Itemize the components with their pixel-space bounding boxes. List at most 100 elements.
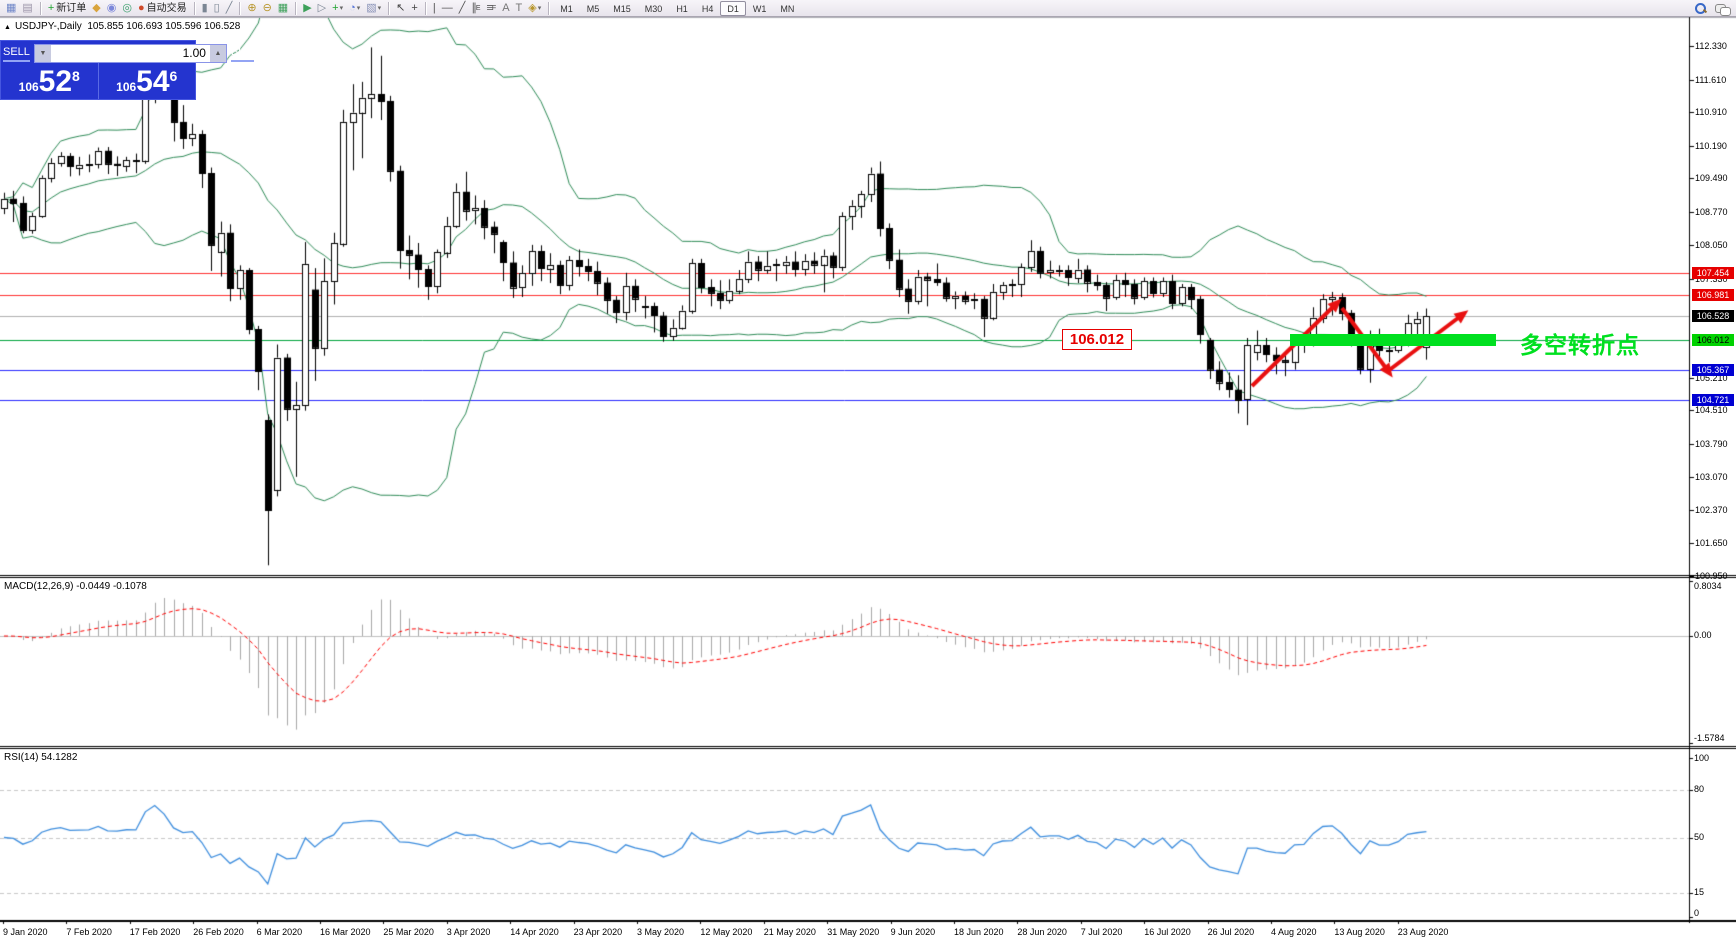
macd-scale-max: 0.8034	[1694, 581, 1722, 591]
one-click-panel-toggle[interactable]: ▲	[4, 24, 11, 31]
rsi-level-100: 100	[1694, 753, 1710, 763]
highlight-bar[interactable]	[1290, 334, 1496, 346]
date-label: 7 Feb 2020	[66, 927, 112, 937]
depth-of-market-icon[interactable]: ◆	[89, 1, 103, 16]
price-tick: 102.370	[1695, 504, 1728, 515]
symbol-ohlc-bar: ▲ USDJPY-,Daily 105.855 106.693 105.596 1…	[4, 21, 240, 32]
macd-scale-zero: 0.00	[1694, 630, 1712, 640]
price-tick: 103.790	[1695, 438, 1728, 449]
zoom-out-icon[interactable]: ⊖	[260, 1, 275, 16]
price-annotation-box[interactable]: 106.012	[1062, 329, 1132, 350]
fibonacci-icon[interactable]: ≡ F	[483, 1, 499, 16]
date-label: 4 Aug 2020	[1271, 927, 1317, 937]
chart-canvas[interactable]	[0, 0, 1736, 941]
line-chart-icon[interactable]: ╱	[223, 1, 236, 16]
price-tick: 109.490	[1695, 173, 1728, 184]
price-line-label: 106.981	[1692, 289, 1734, 302]
autotrading-icon[interactable]: ● 自动交易	[135, 1, 190, 16]
toolbar: ▦ ▤ + 新订单 ◆ ◉ ◎ ● 自动交易 ▮ ▯ ╱ ⊕ ⊖ ▦ ▶ ▷ + ▾ ◔ ▾ ▧ ▾ ↖ + | — ╱ ∥ E ≡ F A T ◈…	[0, 0, 1736, 17]
chat-icon[interactable]	[1715, 2, 1731, 16]
signals-icon[interactable]: ◎	[119, 1, 135, 16]
toolbar-separator	[424, 1, 426, 15]
auto-scroll-icon[interactable]: ▶	[300, 1, 314, 16]
cursor-icon[interactable]: ↖	[393, 1, 408, 16]
price-line-label: 104.721	[1692, 394, 1734, 407]
date-label: 7 Jul 2020	[1080, 927, 1123, 937]
timeframe-button-D1[interactable]: D1	[720, 0, 746, 16]
toolbar-separator	[39, 1, 41, 15]
objects-icon[interactable]: ◈ ▾	[525, 1, 544, 16]
timeframe-button-H1[interactable]: H1	[669, 1, 695, 16]
date-label: 14 Apr 2020	[510, 927, 559, 937]
price-tick: 104.510	[1695, 405, 1728, 416]
date-label: 3 May 2020	[637, 927, 685, 937]
toolbar-separator	[193, 1, 195, 15]
price-tick: 111.610	[1695, 74, 1727, 85]
volume-increase-button[interactable]: ▲	[209, 44, 226, 62]
horizontal-line-icon[interactable]: —	[439, 1, 456, 16]
timeframe-button-MN[interactable]: MN	[773, 1, 801, 16]
price-tick: 100.950	[1695, 571, 1728, 581]
timeframe-button-M15[interactable]: M15	[606, 1, 638, 16]
date-label: 9 Jan 2020	[3, 927, 48, 937]
template-icon[interactable]: ▧ ▾	[363, 1, 384, 16]
date-label: 3 Apr 2020	[446, 927, 491, 937]
buy-button[interactable]: BUY	[230, 44, 254, 62]
toolbar-right	[1694, 2, 1731, 16]
date-label: 26 Jul 2020	[1207, 927, 1255, 937]
community-icon[interactable]: ◉	[104, 1, 120, 16]
price-tick: 108.050	[1695, 240, 1728, 251]
timeframe-button-M1[interactable]: M1	[553, 1, 580, 16]
price-tick: 112.330	[1695, 41, 1727, 51]
volume-input[interactable]	[50, 44, 210, 62]
timeframe-button-M30[interactable]: M30	[638, 1, 670, 16]
charts-grid-icon[interactable]: ▦	[3, 1, 19, 16]
date-label: 23 Aug 2020	[1397, 927, 1449, 937]
chart-shift-icon[interactable]: ▷	[315, 1, 329, 16]
one-click-trade-panel: SELL ▼ ▲ BUY 106 52 8 106 54 6	[0, 40, 254, 100]
timeframe-button-M5[interactable]: M5	[580, 1, 607, 16]
bar-chart-icon[interactable]: ▮	[199, 1, 211, 16]
price-tick: 110.190	[1695, 140, 1727, 151]
date-label: 28 Jun 2020	[1017, 927, 1067, 937]
new-order-icon[interactable]: + 新订单	[45, 1, 89, 16]
tile-windows-icon[interactable]: ▦	[275, 1, 291, 16]
ohlc-values: 105.855 106.693 105.596 106.528	[87, 21, 241, 32]
label-icon[interactable]: T	[513, 1, 526, 16]
date-label: 13 Aug 2020	[1334, 927, 1385, 937]
text-icon[interactable]: A	[499, 1, 512, 16]
sell-price[interactable]: 106 52 8	[1, 63, 99, 99]
trendline-icon[interactable]: ╱	[456, 1, 469, 16]
date-label: 16 Jul 2020	[1144, 927, 1191, 937]
candlestick-chart-icon[interactable]: ▯	[211, 1, 223, 16]
date-label: 16 Mar 2020	[320, 927, 371, 937]
date-label: 21 May 2020	[763, 927, 816, 937]
turning-point-text[interactable]: 多空转折点	[1520, 326, 1640, 360]
timeframe-button-H4[interactable]: H4	[695, 1, 721, 16]
rsi-label: RSI(14) 54.1282	[4, 752, 78, 763]
date-label: 6 Mar 2020	[256, 927, 303, 937]
date-label: 31 May 2020	[827, 927, 880, 937]
price-line-label: 106.012	[1692, 334, 1734, 347]
crosshair-icon[interactable]: +	[408, 1, 420, 16]
rsi-level-80: 80	[1694, 784, 1705, 794]
channel-icon[interactable]: ∥ E	[468, 1, 483, 16]
data-window-icon[interactable]: ▤	[19, 1, 35, 16]
sell-button[interactable]: SELL	[3, 44, 30, 62]
add-indicator-icon[interactable]: + ▾	[329, 1, 346, 16]
zoom-in-icon[interactable]: ⊕	[244, 1, 259, 16]
period-icon[interactable]: ◔ ▾	[346, 1, 363, 16]
toolbar-items: ▦ ▤ + 新订单 ◆ ◉ ◎ ● 自动交易 ▮ ▯ ╱ ⊕ ⊖ ▦ ▶ ▷ + ▾ ◔ ▾ ▧ ▾ ↖ + | — ╱ ∥ E ≡ F A T ◈…	[3, 1, 553, 16]
rsi-level-15: 15	[1694, 887, 1705, 897]
date-label: 9 Jun 2020	[890, 927, 936, 937]
rsi-level-50: 50	[1694, 832, 1705, 842]
search-icon[interactable]	[1694, 2, 1707, 15]
buy-price[interactable]: 106 54 6	[99, 63, 196, 99]
timeframe-button-W1[interactable]: W1	[746, 1, 774, 16]
price-line-label: 106.528	[1692, 310, 1734, 323]
vertical-line-icon[interactable]: |	[430, 1, 439, 16]
price-tick: 110.910	[1695, 107, 1727, 118]
toolbar-separator	[388, 1, 390, 15]
price-tick: 103.070	[1695, 472, 1728, 483]
volume-decrease-button[interactable]: ▼	[34, 44, 51, 62]
